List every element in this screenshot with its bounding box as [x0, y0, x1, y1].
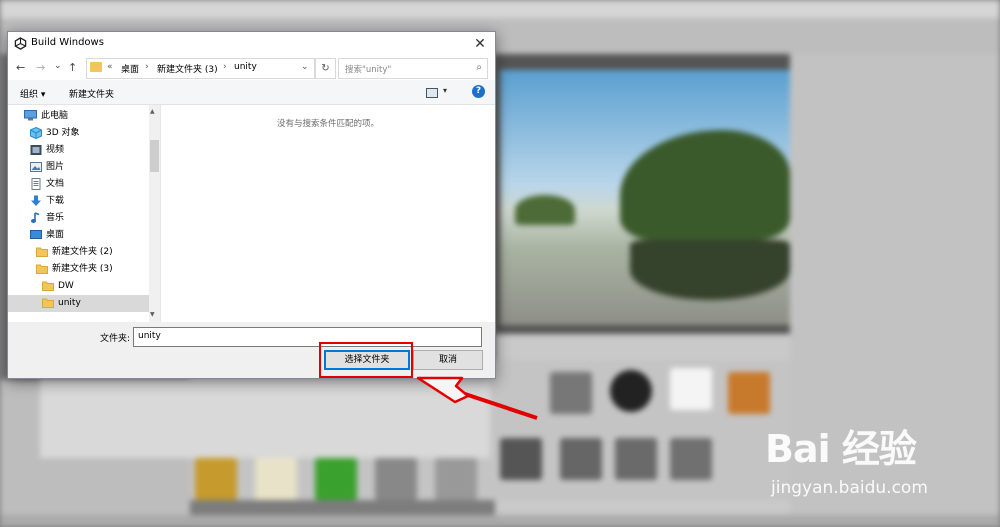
watermark-brand: Bai 经验 [765, 427, 917, 471]
baidu-watermark: Bai 经验 jingyan.baidu.com [765, 418, 995, 508]
watermark-url: jingyan.baidu.com [771, 478, 928, 498]
